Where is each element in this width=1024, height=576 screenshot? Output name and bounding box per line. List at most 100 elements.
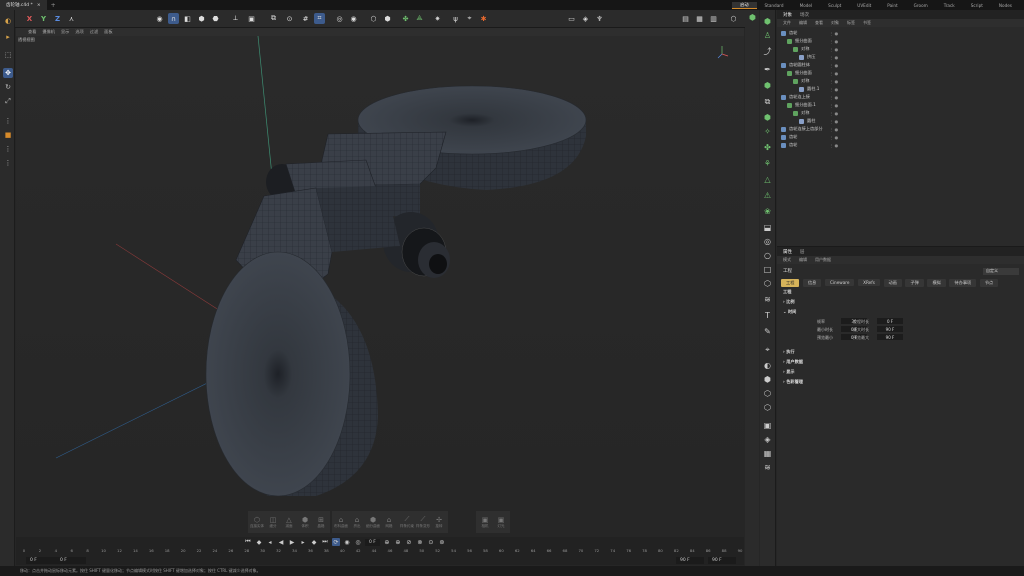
snap-tool-icon[interactable]: ⋮ <box>3 116 13 126</box>
connect-tool-button[interactable]: ⬡ 连接实体 <box>250 513 264 531</box>
mode-animation-icon[interactable]: ▸ <box>3 32 13 42</box>
tab-takes[interactable]: 场次 <box>800 12 809 18</box>
render-picture-icon[interactable]: ◉ <box>348 13 359 24</box>
window-layout-icon[interactable]: ⬡ <box>728 13 739 24</box>
rectangle-spline-icon[interactable]: □ <box>762 264 773 275</box>
autokey-icon[interactable]: ◎ <box>354 538 362 546</box>
mesh-tool-button[interactable]: ⌂ 网格 <box>382 513 396 531</box>
object-visibility-flags[interactable]: ⋮ ● <box>829 109 838 117</box>
keyframe-add-icon[interactable]: ⊕ <box>383 538 391 546</box>
object-visibility-flags[interactable]: ⋮ ● <box>829 117 838 125</box>
group-color-management[interactable]: › 色彩管理 <box>783 379 803 385</box>
sky-icon[interactable]: ◈ <box>762 434 773 445</box>
field-icon[interactable]: ⚠ <box>762 190 773 201</box>
lattice-tool-button[interactable]: ⊞ 晶格 <box>314 513 328 531</box>
object-visibility-flags[interactable]: ⋮ ● <box>829 77 838 85</box>
keyframe-rot-icon[interactable]: ⊘ <box>405 538 413 546</box>
rotate-tool-button[interactable]: ✢ 旋转 <box>432 513 446 531</box>
layout-tab-groom[interactable]: Groom <box>906 3 936 8</box>
subdivision-icon[interactable]: ⬢ <box>762 112 773 123</box>
pen-spline-icon[interactable]: ✎ <box>762 326 773 337</box>
extrude-tool-button[interactable]: ⌂ 挤出 <box>350 513 364 531</box>
prev-key-icon[interactable]: ◆ <box>255 538 263 546</box>
object-icon[interactable]: ⬢ <box>196 13 207 24</box>
vp-menu-panel[interactable]: 面板 <box>104 29 112 35</box>
go-to-end-icon[interactable]: ⏭ <box>321 538 329 546</box>
material-icon[interactable]: ◐ <box>762 360 773 371</box>
3d-viewport[interactable]: 透视视图 <box>16 36 744 508</box>
object-visibility-flags[interactable]: ⋮ ● <box>829 101 838 109</box>
magnet-icon[interactable]: ∩ <box>168 13 179 24</box>
boole-icon[interactable]: ⧉ <box>762 96 773 107</box>
object-row[interactable]: 齿轮 <box>781 133 797 141</box>
spline-deform-button[interactable]: ⟋ 样条变形 <box>416 513 430 531</box>
axis-y-button[interactable]: Y <box>38 13 49 24</box>
object-row[interactable]: 齿轮 <box>781 29 797 37</box>
keyframe-pla-icon[interactable]: ⊛ <box>438 538 446 546</box>
workplane-icon[interactable]: ▣ <box>246 13 257 24</box>
object-row[interactable]: 对称 <box>793 109 809 117</box>
mograph-icon[interactable]: ✤ <box>400 13 411 24</box>
om-menu-edit[interactable]: 编辑 <box>799 20 807 26</box>
deformer-create-icon[interactable]: ⬓ <box>762 222 773 233</box>
grid-icon[interactable]: # <box>300 13 311 24</box>
layout-tab-script[interactable]: Script <box>963 3 991 8</box>
floor-icon[interactable]: ▣ <box>762 420 773 431</box>
light-icon[interactable]: ⌖ <box>464 13 475 24</box>
object-row[interactable]: 齿轮连上接 <box>781 93 810 101</box>
object-visibility-flags[interactable]: ⋮ ● <box>829 53 838 61</box>
end-frame-field[interactable]: 90 F <box>708 557 736 564</box>
subtab-info[interactable]: 信息 <box>802 279 822 287</box>
render-queue-icon[interactable]: ⬢ <box>382 13 393 24</box>
group-display[interactable]: › 显示 <box>783 369 795 375</box>
group-scale[interactable]: › 比例 <box>783 299 795 305</box>
object-visibility-flags[interactable]: ⋮ ● <box>829 61 838 69</box>
object-visibility-flags[interactable]: ⋮ ● <box>829 45 838 53</box>
volume-tool-button[interactable]: ⬢ 体积 <box>298 513 312 531</box>
vp-menu-display[interactable]: 显示 <box>61 29 69 35</box>
polygon-spline-icon[interactable]: ⬡ <box>762 278 773 289</box>
subtab-xrefs[interactable]: XRefs <box>858 279 880 286</box>
object-visibility-flags[interactable]: ⋮ ● <box>829 93 838 101</box>
current-frame-field[interactable]: 0 F <box>365 538 380 546</box>
group-execute[interactable]: › 执行 <box>783 349 795 355</box>
cube-create-icon[interactable]: ⬢ <box>762 16 773 27</box>
object-row[interactable]: 挤压 <box>799 53 815 61</box>
om-menu-file[interactable]: 文件 <box>783 20 791 26</box>
bake-icon[interactable]: ◈ <box>580 13 591 24</box>
point-icon[interactable]: ⊙ <box>284 13 295 24</box>
object-visibility-flags[interactable]: ⋮ ● <box>829 133 838 141</box>
volume-icon[interactable]: ⬡ <box>762 388 773 399</box>
axis-z-button[interactable]: Z <box>52 13 63 24</box>
new-tab-plus-icon[interactable]: + <box>51 2 56 9</box>
layout-tab-track[interactable]: Track <box>936 3 963 8</box>
am-menu-edit[interactable]: 编辑 <box>799 257 807 263</box>
vp-menu-camera[interactable]: 摄像机 <box>42 29 55 35</box>
preview-start-field[interactable]: 0 F <box>56 557 86 564</box>
preset-dropdown[interactable]: 自定义 <box>983 268 1019 275</box>
vp-menu-options[interactable]: 选项 <box>75 29 83 35</box>
subtab-todo[interactable]: 待办事项 <box>949 279 977 287</box>
spline-pen-icon[interactable]: ✒ <box>762 64 773 75</box>
subtab-cineware[interactable]: Cineware <box>824 279 855 286</box>
mograph-create-icon[interactable]: ❀ <box>762 206 773 217</box>
helix-spline-icon[interactable]: ≋ <box>762 294 773 305</box>
move-icon[interactable]: ✥ <box>3 68 13 78</box>
subtab-simulation[interactable]: 模拟 <box>927 279 946 287</box>
redshift-icon[interactable]: ✱ <box>478 13 489 24</box>
circle-spline-icon[interactable]: ○ <box>762 250 773 261</box>
null-object-icon[interactable]: ⤴ <box>762 46 773 57</box>
record-icon[interactable]: ◉ <box>343 538 351 546</box>
object-row[interactable]: 齿轮圆柱体 <box>781 61 810 69</box>
preview-end-field[interactable]: 90 F <box>676 557 704 564</box>
timeline-ruler[interactable]: 0 2 4 6 8 10 12 14 16 18 20 22 24 26 28 30 32 34 36 38 40 42 4… <box>20 548 744 556</box>
prev-frame-icon[interactable]: ◂ <box>266 538 274 546</box>
object-mode-icon[interactable]: ■ <box>3 130 13 140</box>
extrude-create-icon[interactable]: ⬢ <box>762 80 773 91</box>
spline-constraint-button[interactable]: ⟋ 样条约束 <box>400 513 414 531</box>
layout-tab-paint[interactable]: Paint <box>879 3 905 8</box>
cloner-icon[interactable]: ⟁ <box>414 13 425 24</box>
effector-icon[interactable]: ✷ <box>432 13 443 24</box>
tab-objects[interactable]: 对象 <box>783 12 792 18</box>
stage-icon[interactable]: ≋ <box>762 462 773 473</box>
